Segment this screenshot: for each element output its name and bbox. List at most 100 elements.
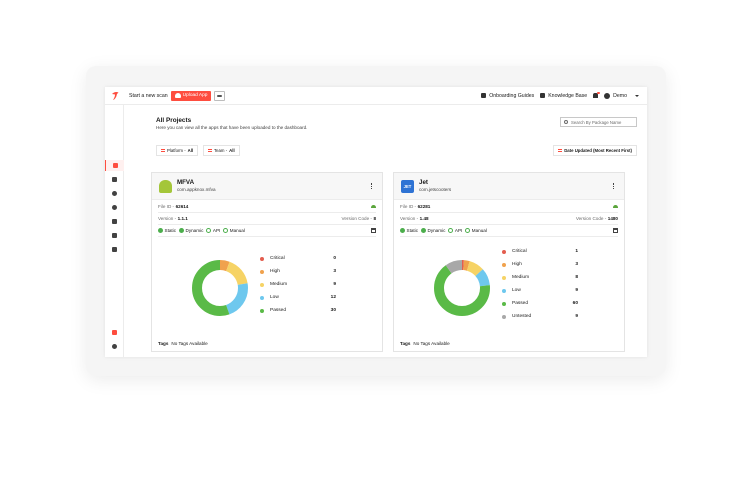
store-icon: [112, 177, 117, 182]
legend-dot: [260, 256, 264, 261]
users-icon: [112, 205, 117, 210]
platform-filter[interactable]: Platform - All: [156, 145, 199, 156]
calendar-icon[interactable]: [613, 228, 618, 233]
project-card-header: JET Jet com.jetscooters: [394, 173, 624, 200]
tags-label: Tags: [158, 341, 169, 346]
reports-icon: [112, 219, 117, 224]
filter-icon: [161, 149, 165, 152]
legend-dot: [502, 275, 506, 280]
onboarding-icon: [481, 93, 487, 98]
onboarding-guides-link[interactable]: Onboarding Guides: [481, 93, 534, 99]
scan-manual: Manual: [223, 228, 245, 233]
version-code-label: Version Code -: [575, 216, 607, 221]
empty-circle-icon: [465, 228, 471, 233]
calendar-icon[interactable]: [371, 228, 376, 233]
upload-app-label: Upload App: [182, 93, 208, 98]
user-menu[interactable]: Demo: [604, 92, 639, 99]
legend-label: Passed: [270, 308, 286, 313]
legend-value: 12: [330, 295, 336, 300]
sidebar-item-reports[interactable]: [105, 216, 124, 227]
legend-item-medium: Medium 8: [502, 271, 578, 284]
severity-legend: Critical 1 High 3 Medium 8 Low 9 Passed 60 Unteste…: [502, 245, 578, 323]
search-input[interactable]: Search By Package Name: [560, 117, 637, 127]
legend-item-passed: Passed 60: [502, 297, 578, 310]
projects-header: All Projects Here you can view all the a…: [151, 112, 641, 166]
knowledge-base-link[interactable]: Knowledge Base: [540, 93, 587, 99]
check-circle-icon: [179, 228, 184, 233]
android-icon: [159, 180, 172, 193]
sidebar-item-users[interactable]: [105, 202, 124, 213]
file-id-row: File ID - 62614: [158, 201, 376, 213]
scan-dynamic-label: Dynamic: [185, 228, 204, 233]
legend-dot: [502, 288, 506, 293]
tags-row: Tags No Tags Available: [400, 341, 450, 346]
legend-label: Medium: [270, 282, 288, 287]
sidebar-item-chat[interactable]: [105, 327, 124, 338]
book-icon: [540, 93, 546, 98]
legend-dot: [502, 249, 506, 254]
file-id-row: File ID - 62281: [400, 201, 618, 213]
version-label: Version -: [158, 216, 177, 221]
severity-legend: Critical 0 High 3 Medium 9 Low 12 Passed 30: [260, 252, 336, 317]
legend-value: 3: [575, 262, 578, 267]
app-name: MFVA: [177, 179, 195, 186]
legend-item-low: Low 12: [260, 291, 336, 304]
file-id-value: 62281: [417, 204, 431, 209]
tags-row: Tags No Tags Available: [158, 341, 208, 346]
file-id-label: File ID -: [158, 204, 175, 209]
legend-dot: [260, 282, 264, 287]
check-circle-icon: [421, 228, 426, 233]
top-bar: Start a new scan Upload App Onboarding G…: [105, 87, 647, 105]
chat-icon: [112, 330, 117, 335]
app-package: com.jetscooters: [419, 187, 452, 192]
legend-label: Critical: [270, 256, 285, 261]
scan-dynamic-label: Dynamic: [427, 228, 446, 233]
more-options-icon[interactable]: [370, 183, 373, 189]
platform-filter-value: All: [187, 148, 194, 153]
scan-api-label: API: [212, 228, 221, 233]
page-title: All Projects: [156, 117, 192, 124]
sort-dropdown[interactable]: Date Updated (Most Recent First): [553, 145, 637, 156]
cloud-upload-icon: [174, 93, 181, 98]
empty-circle-icon: [223, 228, 229, 233]
legend-dot: [260, 308, 264, 313]
legend-item-passed: Passed 30: [260, 304, 336, 317]
no-tags-text: No Tags Available: [413, 341, 450, 346]
platform-filter-prefix: Platform -: [167, 148, 186, 153]
project-card[interactable]: JET Jet com.jetscooters File ID - 62281 …: [393, 172, 625, 352]
sidebar-item-network[interactable]: [105, 188, 124, 199]
appknox-logo-icon[interactable]: [110, 91, 120, 101]
legend-value: 30: [330, 308, 336, 313]
scan-static: Static: [158, 228, 176, 233]
scan-manual-label: Manual: [471, 228, 487, 233]
project-card[interactable]: MFVA com.appknox.mfva File ID - 62614 Ve…: [151, 172, 383, 352]
knowledge-label: Knowledge Base: [548, 92, 588, 99]
more-options-icon[interactable]: [612, 183, 615, 189]
notification-bell-icon[interactable]: [593, 91, 600, 98]
sidebar-item-projects[interactable]: [105, 160, 124, 171]
sidebar-item-info[interactable]: [105, 341, 124, 352]
sidebar-item-store[interactable]: [105, 174, 124, 185]
scan-manual: Manual: [465, 228, 487, 233]
no-tags-text: No Tags Available: [171, 341, 208, 346]
legend-label: Passed: [512, 301, 528, 306]
legend-label: Critical: [512, 249, 527, 254]
search-icon: [564, 120, 568, 124]
filter-icon: [208, 149, 212, 152]
legend-dot: [502, 301, 506, 306]
upload-app-button[interactable]: Upload App: [170, 90, 212, 101]
sidebar-item-bank[interactable]: [105, 244, 124, 255]
legend-value: 1: [575, 249, 578, 254]
link-scan-button[interactable]: [214, 90, 226, 101]
legend-label: Medium: [512, 275, 530, 280]
sidebar-item-account[interactable]: [105, 230, 124, 241]
legend-value: 0: [333, 256, 336, 261]
team-filter[interactable]: Team - All: [203, 145, 240, 156]
legend-dot: [260, 269, 264, 274]
version-row: Version - 1.1.1 Version Code - 8: [158, 213, 376, 225]
legend-dot: [260, 295, 264, 300]
account-icon: [112, 233, 117, 238]
legend-dot: [502, 314, 506, 319]
scan-api-label: API: [454, 228, 463, 233]
version-label: Version -: [400, 216, 419, 221]
